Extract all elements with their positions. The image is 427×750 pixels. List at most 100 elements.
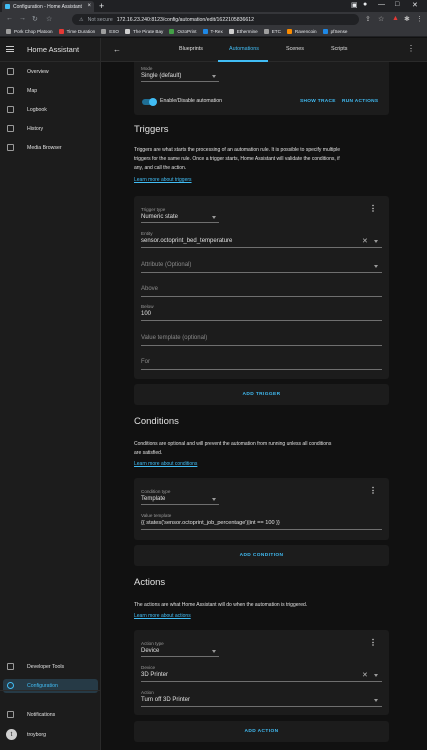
value-template-underline — [141, 345, 382, 346]
bookmark-item[interactable]: OctoPrint — [169, 29, 197, 34]
close-window-icon[interactable]: ✕ — [412, 1, 418, 9]
profile-icon[interactable]: ● — [363, 1, 367, 8]
sidebar-item-map[interactable]: Map — [3, 84, 98, 98]
condition-type-underline — [141, 504, 219, 505]
back-icon[interactable]: ← — [6, 15, 13, 22]
sidebar-item-history[interactable]: History — [3, 122, 98, 136]
bookmark-item[interactable]: ETC — [263, 29, 281, 34]
extension-icon[interactable]: ▣ — [351, 1, 358, 9]
developer-tools-icon — [7, 663, 14, 670]
trigger-type-select[interactable]: Numeric state — [141, 214, 178, 220]
attribute-select[interactable]: Attribute (Optional) — [141, 262, 191, 268]
sidebar-item-developer-tools[interactable]: Developer Tools — [3, 660, 98, 674]
bookmark-label: Ravencoin — [294, 29, 317, 34]
attribute-underline — [141, 272, 382, 273]
add-condition-button[interactable]: ADD CONDITION — [134, 545, 389, 566]
bookmark-label: T-Rex — [210, 29, 223, 34]
mode-select[interactable]: Single (default) — [141, 73, 181, 79]
tab-scripts[interactable]: Scripts — [331, 46, 347, 52]
below-label: Below — [141, 304, 154, 309]
address-bar[interactable]: ⚠ Not secure 172.16.23.240:8123/config/a… — [72, 14, 359, 25]
for-input[interactable]: For — [141, 359, 150, 365]
condition-template-input[interactable]: {{ states('sensor.octoprint_job_percenta… — [141, 520, 280, 526]
chevron-down-icon[interactable] — [374, 699, 378, 702]
warning-icon: ⚠ — [79, 16, 84, 23]
sidebar-item-notifications[interactable]: Notifications — [3, 708, 98, 722]
minimize-icon[interactable]: — — [378, 1, 385, 8]
hamburger-menu-icon[interactable] — [6, 46, 14, 52]
bookmark-icon[interactable]: ☆ — [378, 15, 384, 23]
below-input[interactable]: 100 — [141, 311, 151, 317]
run-actions-button[interactable]: RUN ACTIONS — [342, 99, 378, 104]
entity-input[interactable]: sensor.octoprint_bed_temperature — [141, 238, 232, 244]
action-label: Action — [141, 690, 154, 695]
action-type-label: Action type — [141, 641, 164, 646]
sidebar-item-logbook[interactable]: Logbook — [3, 103, 98, 117]
entity-label: Entity — [141, 231, 153, 236]
sidebar-item-media-browser[interactable]: Media Browser — [3, 141, 98, 155]
bookmark-item[interactable]: Ethermine — [228, 29, 258, 34]
enable-toggle[interactable] — [142, 97, 157, 106]
tab-automations[interactable]: Automations — [229, 46, 259, 52]
tab-scenes[interactable]: Scenes — [286, 46, 304, 52]
clear-device-icon[interactable]: ✕ — [362, 671, 368, 679]
sidebar-user[interactable]: t troyborg — [3, 728, 98, 742]
condition-menu-icon[interactable]: ⋮ — [369, 486, 377, 495]
trigger-menu-icon[interactable]: ⋮ — [369, 204, 377, 213]
map-icon — [7, 87, 14, 94]
sidebar-item-overview[interactable]: Overview — [3, 65, 98, 79]
conditions-learn-more-link[interactable]: Learn more about conditions — [134, 461, 197, 467]
close-tab-icon[interactable]: × — [87, 3, 91, 9]
more-options-icon[interactable]: ⋮ — [407, 44, 415, 53]
above-input[interactable]: Above — [141, 286, 158, 292]
chevron-down-icon[interactable] — [374, 240, 378, 243]
trigger-type-label: Trigger type — [141, 207, 166, 212]
conditions-title: Conditions — [134, 416, 179, 427]
bookmark-favicon-icon — [58, 29, 64, 34]
bookmark-item[interactable]: Ravencoin — [286, 29, 317, 34]
share-icon[interactable]: ⇪ — [365, 15, 371, 23]
action-type-select[interactable]: Device — [141, 648, 159, 654]
action-card: Action type Device ⋮ Device 3D Printer ✕… — [134, 630, 389, 715]
browser-tab-title: Configuration - Home Assistant — [13, 3, 82, 10]
triggers-learn-more-link[interactable]: Learn more about triggers — [134, 177, 192, 183]
action-select[interactable]: Turn off 3D Printer — [141, 697, 190, 703]
extensions-icon[interactable]: ✱ — [404, 15, 410, 23]
new-tab-button[interactable]: + — [99, 1, 104, 11]
condition-type-select[interactable]: Template — [141, 496, 165, 502]
bookmark-favicon-icon — [124, 29, 130, 34]
bookmark-favicon-icon — [6, 29, 11, 34]
bookmark-favicon-icon — [286, 29, 292, 34]
bookmark-favicon-icon — [263, 29, 269, 34]
add-trigger-button[interactable]: ADD TRIGGER — [134, 384, 389, 405]
bookmark-item[interactable]: T-Rex — [202, 29, 223, 34]
sidebar-title: Home Assistant — [27, 45, 80, 54]
bookmark-item[interactable]: ESO — [101, 29, 119, 34]
back-arrow-icon[interactable]: ← — [113, 45, 121, 54]
chevron-down-icon[interactable] — [374, 674, 378, 677]
device-input[interactable]: 3D Printer — [141, 672, 168, 678]
actions-learn-more-link[interactable]: Learn more about actions — [134, 613, 191, 619]
browser-tab[interactable]: Configuration - Home Assistant × — [2, 1, 94, 12]
value-template-input[interactable]: Value template (optional) — [141, 335, 207, 341]
maximize-icon[interactable]: □ — [395, 1, 399, 8]
trigger-card: Trigger type Numeric state ⋮ Entity sens… — [134, 196, 389, 379]
bookmark-star-icon[interactable]: ☆ — [46, 15, 52, 23]
bookmark-favicon-icon — [228, 29, 234, 34]
add-action-button[interactable]: ADD ACTION — [134, 721, 389, 742]
forward-icon[interactable]: → — [19, 15, 26, 22]
bookmark-item[interactable]: Pork Chop Platoon — [6, 29, 53, 34]
tab-blueprints[interactable]: Blueprints — [179, 46, 203, 52]
extension-alert-icon[interactable]: ▲ — [392, 15, 399, 22]
chevron-down-icon[interactable] — [374, 265, 378, 268]
bookmark-item[interactable]: pfSense — [322, 29, 347, 34]
browser-menu-icon[interactable]: ⋮ — [416, 15, 423, 23]
reload-icon[interactable]: ↻ — [32, 15, 38, 23]
chevron-down-icon — [212, 75, 216, 78]
bookmark-item[interactable]: Time Duration — [58, 29, 95, 34]
action-menu-icon[interactable]: ⋮ — [369, 638, 377, 647]
clear-entity-icon[interactable]: ✕ — [362, 237, 368, 245]
home-assistant-favicon-icon — [5, 4, 10, 9]
show-trace-button[interactable]: SHOW TRACE — [300, 99, 336, 104]
bookmark-item[interactable]: The Pirate Bay — [124, 29, 163, 34]
